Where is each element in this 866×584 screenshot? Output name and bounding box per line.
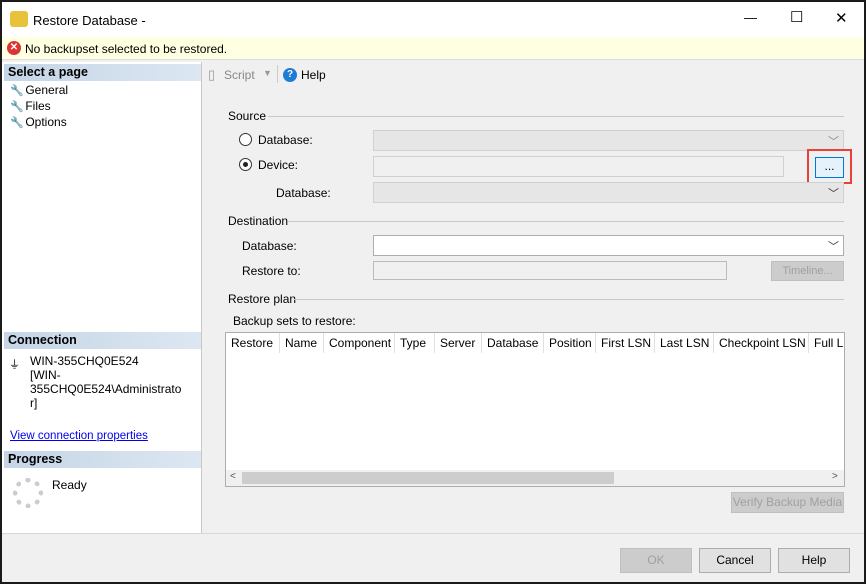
page-label: Files [25,99,51,113]
user-name: [WIN-355CHQ0E524\Administrato [30,368,182,396]
server-name: WIN-355CHQ0E524 [30,354,139,368]
script-button[interactable]: Script [224,68,255,82]
chevron-down-icon: ﹀ [828,188,839,200]
error-icon: ✕ [7,41,21,55]
backup-sets-label: Backup sets to restore: [233,314,356,328]
source-db-label: Database: [276,186,331,200]
page-files[interactable]: 🔧 Files [10,99,51,113]
restore-database-window: Restore Database - — ☐ ✕ ✕ No backupset … [0,0,866,584]
help-icon: ? [283,68,297,82]
timeline-button[interactable]: Timeline... [771,261,844,281]
connection-icon: ⏚ [9,359,20,371]
restore-plan-divider [294,299,844,300]
source-divider [268,116,844,117]
toolbar-separator [277,65,278,83]
left-panel: Select a page 🔧 General 🔧 Files 🔧 Option… [2,62,202,534]
browse-device-button[interactable]: ... [815,157,844,178]
database-radio-label: Database: [258,133,313,147]
column-header[interactable]: Full LSN [809,333,844,353]
database-radio[interactable] [239,133,252,146]
device-radio[interactable] [239,158,252,171]
source-database-combo[interactable]: ﹀ [373,130,844,151]
progress-spinner-icon [13,478,43,508]
wrench-icon: 🔧 [10,101,24,113]
help-button[interactable]: Help [778,548,850,573]
error-message: No backupset selected to be restored. [25,42,228,56]
cancel-button[interactable]: Cancel [699,548,771,573]
destination-label: Destination [228,214,289,228]
restore-plan-label: Restore plan [228,292,297,306]
column-header[interactable]: Server [435,333,482,353]
wrench-icon: 🔧 [10,117,24,129]
destination-divider [288,221,844,222]
select-page-header: Select a page [4,64,201,81]
column-header[interactable]: Component [324,333,395,353]
footer-divider [2,533,864,534]
page-label: Options [25,115,67,129]
scroll-left-icon[interactable]: < [230,471,236,482]
chevron-down-icon: ﹀ [828,136,839,148]
user-name-cont: r] [30,396,38,410]
maximize-button[interactable]: ☐ [790,8,803,26]
database-restore-icon [10,11,28,27]
ok-button[interactable]: OK [620,548,692,573]
chevron-down-icon: ﹀ [828,241,839,253]
column-header[interactable]: Last LSN [655,333,714,353]
column-header[interactable]: Position [544,333,596,353]
device-radio-label: Device: [258,158,299,172]
view-connection-properties-link[interactable]: View connection properties [10,430,148,442]
connection-info: WIN-355CHQ0E524 [WIN-355CHQ0E524\Adminis… [30,354,201,410]
scrollbar-thumb[interactable] [242,472,614,484]
column-header[interactable]: Database [482,333,544,353]
horizontal-scrollbar[interactable]: < > [226,470,844,486]
script-icon: ▯ [208,67,216,82]
verify-backup-media-button[interactable]: Verify Backup Media [731,492,844,513]
dest-database-label: Database: [242,239,297,253]
page-options[interactable]: 🔧 Options [10,115,67,129]
column-header[interactable]: Restore [226,333,280,353]
connection-header: Connection [4,332,201,349]
backup-sets-grid[interactable]: Restore Name Component Type Server Datab… [225,332,845,487]
destination-database-combo[interactable]: ﹀ [373,235,844,256]
device-path-field[interactable] [373,156,784,177]
page-general[interactable]: 🔧 General [10,83,68,97]
window-title: Restore Database - [33,13,146,28]
info-bar: ✕ No backupset selected to be restored. [2,37,864,60]
page-label: General [25,83,69,97]
column-header[interactable]: First LSN [596,333,655,353]
progress-status: Ready [52,478,87,492]
minimize-button[interactable]: — [744,10,757,25]
wrench-icon: 🔧 [10,85,24,97]
source-device-database-combo[interactable]: ﹀ [373,182,844,203]
progress-header: Progress [4,451,201,468]
close-button[interactable]: ✕ [835,9,848,27]
script-dropdown-icon[interactable]: ▼ [263,68,272,78]
scroll-right-icon[interactable]: > [832,471,838,482]
column-header[interactable]: Type [395,333,435,353]
help-toolbar-button[interactable]: Help [301,68,326,82]
column-header[interactable]: Checkpoint LSN [714,333,809,353]
source-label: Source [228,109,267,123]
restore-to-label: Restore to: [242,264,301,278]
title-bar: Restore Database - — ☐ ✕ [2,2,864,37]
column-header[interactable]: Name [280,333,324,353]
restore-to-field[interactable] [373,261,727,280]
